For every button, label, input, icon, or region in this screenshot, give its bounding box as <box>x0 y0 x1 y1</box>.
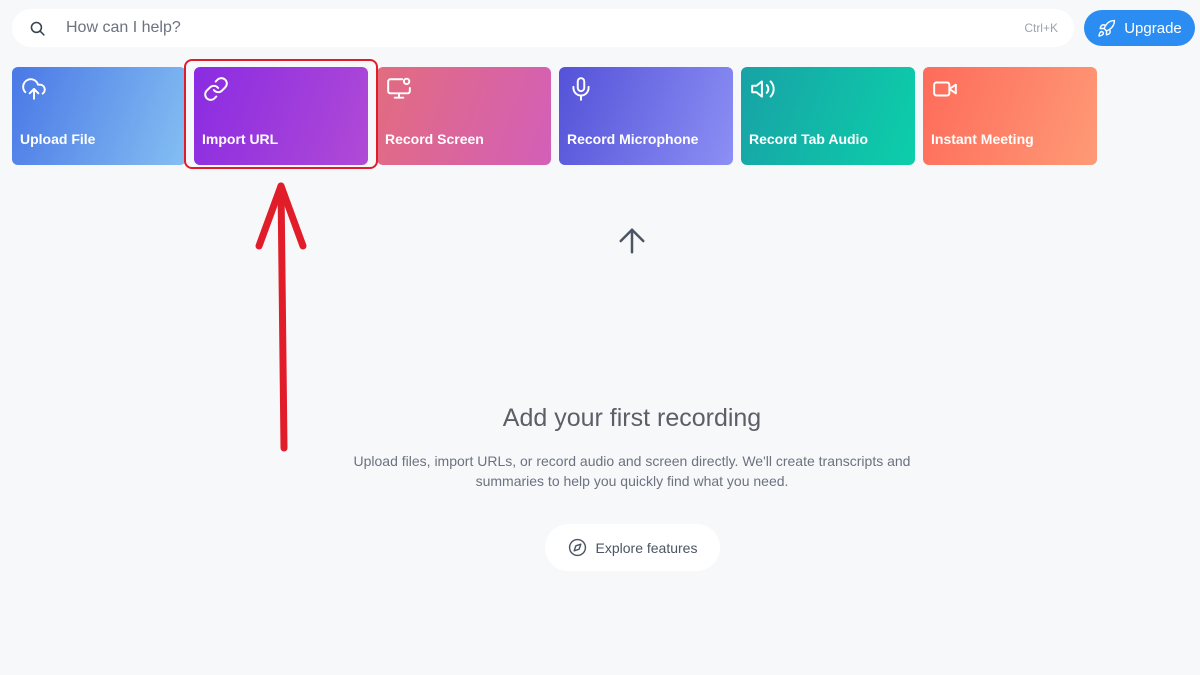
cloud-upload-icon <box>22 78 46 100</box>
explore-features-button[interactable]: Explore features <box>545 524 720 571</box>
annotation-highlight-box <box>184 59 378 169</box>
record-microphone-card[interactable]: Record Microphone <box>559 67 733 165</box>
upgrade-button[interactable]: Upgrade <box>1084 10 1195 46</box>
upload-file-card[interactable]: Upload File <box>12 67 186 165</box>
record-screen-card[interactable]: Record Screen <box>377 67 551 165</box>
compass-icon <box>568 538 586 557</box>
empty-state-description: Upload files, import URLs, or record aud… <box>353 453 911 489</box>
search-bar[interactable]: Ctrl+K <box>12 9 1074 47</box>
upgrade-label: Upgrade <box>1124 19 1182 37</box>
search-icon <box>30 21 45 36</box>
keyboard-shortcut-hint: Ctrl+K <box>1024 21 1058 35</box>
instant-meeting-label: Instant Meeting <box>931 131 1034 147</box>
upload-file-label: Upload File <box>20 131 96 147</box>
microphone-icon <box>572 77 590 101</box>
rocket-icon <box>1098 19 1116 37</box>
record-screen-label: Record Screen <box>385 131 484 147</box>
empty-state-title: Add your first recording <box>502 404 762 432</box>
explore-features-label: Explore features <box>595 539 698 556</box>
record-tab-audio-card[interactable]: Record Tab Audio <box>741 67 915 165</box>
speaker-icon <box>751 80 775 98</box>
video-camera-icon <box>933 81 957 97</box>
instant-meeting-card[interactable]: Instant Meeting <box>923 67 1097 165</box>
arrow-up-icon <box>619 228 645 254</box>
search-input[interactable] <box>66 9 966 47</box>
record-microphone-label: Record Microphone <box>567 131 699 147</box>
record-tab-audio-label: Record Tab Audio <box>749 131 868 147</box>
monitor-record-icon <box>387 77 411 99</box>
